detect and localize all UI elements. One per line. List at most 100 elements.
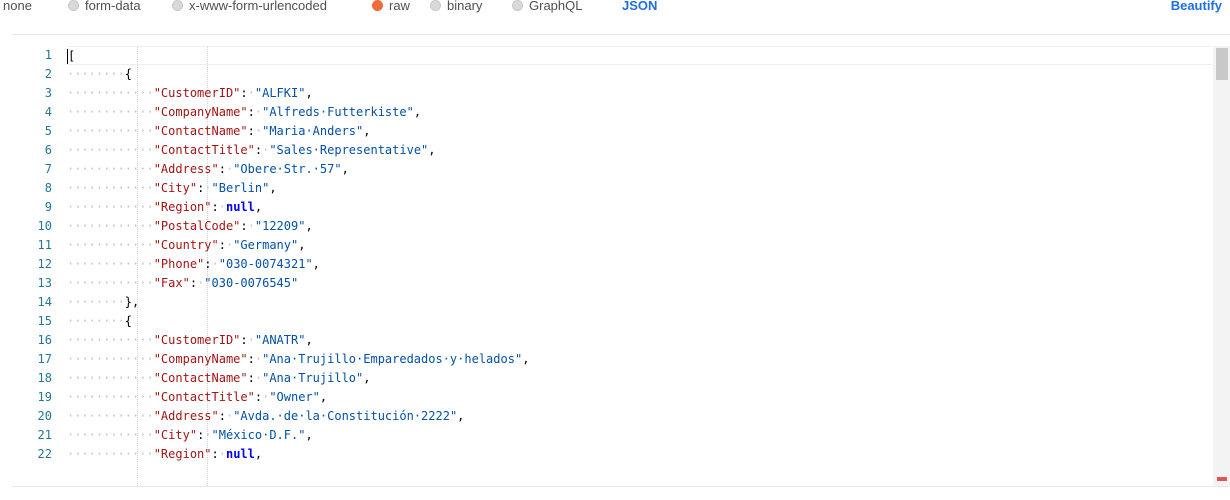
code-token: "Address" <box>153 162 219 176</box>
code-token: "Obere·Str.·57" <box>233 162 342 176</box>
radio-dot-icon <box>172 0 183 11</box>
code-editor[interactable]: 1 2 3 4 5 6 7 8 9 10 11 12 13 14 15 16 17 18 19 20 21 22 [···… <box>12 46 1230 486</box>
whitespace-dots: ········ <box>67 295 125 309</box>
whitespace-dots: ········ <box>67 67 125 81</box>
body-type-bar: none form-data x-www-form-urlencoded raw… <box>0 0 1230 18</box>
code-line[interactable]: ············"Country":·"Germany", <box>67 236 1212 255</box>
code-token: , <box>319 390 328 404</box>
whitespace-dots: ············ <box>67 447 154 461</box>
error-marker <box>1217 477 1227 481</box>
whitespace-dots: ············ <box>67 200 154 214</box>
code-token: "CompanyName" <box>153 352 248 366</box>
line-number: 16 <box>37 333 52 347</box>
whitespace-dots: ············ <box>67 124 154 138</box>
code-token: "ContactTitle" <box>153 143 255 157</box>
code-line[interactable]: ············"Address":·"Obere·Str.·57", <box>67 160 1212 179</box>
radio-dot-icon <box>372 0 383 11</box>
line-number: 12 <box>37 257 52 271</box>
code-line[interactable]: ············"ContactName":·"Ana·Trujillo… <box>67 369 1212 388</box>
radio-raw[interactable]: raw <box>372 0 410 18</box>
code-line[interactable]: ············"CustomerID":·"ANATR", <box>67 331 1212 350</box>
line-number-gutter: 1 2 3 4 5 6 7 8 9 10 11 12 13 14 15 16 17 18 19 20 21 22 <box>12 46 52 486</box>
code-line[interactable]: ············"Region":·null, <box>67 198 1212 217</box>
code-token: :· <box>240 219 255 233</box>
code-line[interactable]: ············"Phone":·"030-0074321", <box>67 255 1212 274</box>
code-token: "CustomerID" <box>153 86 241 100</box>
code-line[interactable]: ············"ContactName":·"Maria·Anders… <box>67 122 1212 141</box>
line-number: 4 <box>44 105 52 119</box>
radio-none[interactable]: none <box>0 0 32 18</box>
code-token: "Ana·Trujillo" <box>262 371 364 385</box>
code-line[interactable]: ········}, <box>67 293 1212 312</box>
code-line[interactable]: ············"PostalCode":·"12209", <box>67 217 1212 236</box>
code-token: "Region" <box>153 200 212 214</box>
line-number: 22 <box>37 447 52 461</box>
code-line[interactable]: ············"Address":·"Avda.·de·la·Cons… <box>67 407 1212 426</box>
code-token: "Region" <box>153 447 212 461</box>
line-number: 15 <box>37 314 52 328</box>
code-token: "ALFKI" <box>254 86 306 100</box>
whitespace-dots: ············ <box>67 352 154 366</box>
radio-graphql[interactable]: GraphQL <box>512 0 582 18</box>
code-token: , <box>363 124 371 138</box>
scrollbar-thumb[interactable] <box>1216 48 1228 80</box>
code-line[interactable]: ············"Region":·null, <box>67 445 1212 464</box>
code-token: "Owner" <box>269 390 320 404</box>
code-token: , <box>305 86 313 100</box>
code-token: , <box>522 352 530 366</box>
line-number: 11 <box>37 238 52 252</box>
code-token: "Country" <box>153 238 219 252</box>
code-token: , <box>341 162 349 176</box>
line-number: 5 <box>44 124 52 138</box>
radio-label: raw <box>389 0 410 13</box>
line-number: 8 <box>44 181 52 195</box>
code-line[interactable]: ············"CustomerID":·"ALFKI", <box>67 84 1212 103</box>
vertical-scrollbar[interactable] <box>1213 46 1230 486</box>
code-token: "ContactName" <box>153 124 248 138</box>
code-token: , <box>298 238 306 252</box>
radio-binary[interactable]: binary <box>430 0 482 18</box>
code-token: "ANATR" <box>254 333 306 347</box>
code-line[interactable]: ············"CompanyName":·"Alfreds·Futt… <box>67 103 1212 122</box>
code-line[interactable]: ············"ContactTitle":·"Sales·Repre… <box>67 141 1212 160</box>
code-line[interactable]: ············"Fax":·"030-0076545" <box>67 274 1212 293</box>
whitespace-dots: ············ <box>67 276 154 290</box>
code-token: } <box>124 295 133 309</box>
code-token: "México·D.F." <box>211 428 306 442</box>
code-line[interactable]: ············"ContactTitle":·"Owner", <box>67 388 1212 407</box>
code-token: :· <box>254 390 270 404</box>
code-token: :· <box>247 105 263 119</box>
radio-form-data[interactable]: form-data <box>68 0 141 18</box>
code-token: :· <box>247 371 263 385</box>
code-line[interactable]: ············"CompanyName":·"Ana·Trujillo… <box>67 350 1212 369</box>
code-token: "Germany" <box>233 238 299 252</box>
format-dropdown[interactable]: JSON <box>622 0 657 18</box>
code-token: "030-0074321" <box>218 257 313 271</box>
beautify-button[interactable]: Beautify <box>1171 0 1222 18</box>
code-line[interactable]: ············"City":·"Berlin", <box>67 179 1212 198</box>
code-token: , <box>413 105 422 119</box>
code-line[interactable]: ············"City":·"México·D.F.", <box>67 426 1212 445</box>
code-token: "Sales·Representative" <box>269 143 429 157</box>
code-token: "Alfreds·Futterkiste" <box>262 105 414 119</box>
code-token: :· <box>218 162 234 176</box>
code-token: "Berlin" <box>211 181 270 195</box>
code-line[interactable]: ········{ <box>67 312 1212 331</box>
line-number: 14 <box>37 295 52 309</box>
code-token: , <box>428 143 436 157</box>
whitespace-dots: ············ <box>67 162 154 176</box>
code-token: "Phone" <box>153 257 205 271</box>
code-token: , <box>132 295 140 309</box>
line-number: 9 <box>44 200 52 214</box>
code-area[interactable]: [········{············"CustomerID":·"ALF… <box>67 46 1212 486</box>
code-token: "Address" <box>153 409 219 423</box>
code-token: :· <box>247 352 263 366</box>
line-number: 21 <box>37 428 52 442</box>
code-token: :· <box>197 428 212 442</box>
code-line[interactable]: [ <box>67 46 1212 65</box>
code-line[interactable]: ········{ <box>67 65 1212 84</box>
whitespace-dots: ············ <box>67 409 154 423</box>
code-token: , <box>254 200 263 214</box>
radio-urlencoded[interactable]: x-www-form-urlencoded <box>172 0 327 18</box>
code-token: :· <box>218 238 234 252</box>
